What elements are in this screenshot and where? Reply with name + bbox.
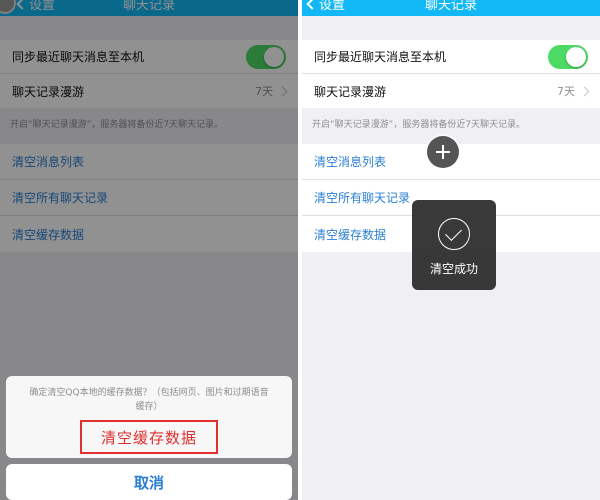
left-screen: 设置 聊天记录 同步最近聊天消息至本机 聊天记录漫游 7天 开启“聊天记录漫游”… [0,0,298,500]
toggle-knob [566,46,586,67]
action-sheet: 确定清空QQ本地的缓存数据？（包括网页、图片和过期语音缓存） 清空缓存数据 [6,376,292,458]
check-circle-icon [438,218,470,250]
sync-toggle[interactable] [548,44,588,69]
roaming-value: 7天 [557,85,575,98]
sync-row: 同步最近聊天消息至本机 [302,40,600,74]
roaming-label: 聊天记录漫游 [314,84,387,99]
sync-label: 同步最近聊天消息至本机 [314,50,447,64]
roaming-note: 开启“聊天记录漫游”，服务器将备份近7天聊天记录。 [312,120,526,130]
chevron-right-icon [579,86,590,96]
action-sheet-message: 确定清空QQ本地的缓存数据？（包括网页、图片和过期语音缓存） [29,388,269,412]
plus-icon[interactable] [427,136,459,168]
right-screen: 设置 聊天记录 同步最近聊天消息至本机 聊天记录漫游 7天 开启“聊天记录漫游”… [302,0,600,500]
success-toast: 清空成功 [412,200,496,290]
roaming-row[interactable]: 聊天记录漫游 7天 [302,74,600,108]
action-wrap: 清空缓存数据 [6,420,292,454]
confirm-clear-cache-button[interactable]: 清空缓存数据 [80,420,218,454]
cancel-button[interactable]: 取消 [6,464,292,500]
toast-text: 清空成功 [429,262,478,276]
navbar: 设置 聊天记录 [302,0,600,16]
page-title: 聊天记录 [424,0,477,13]
